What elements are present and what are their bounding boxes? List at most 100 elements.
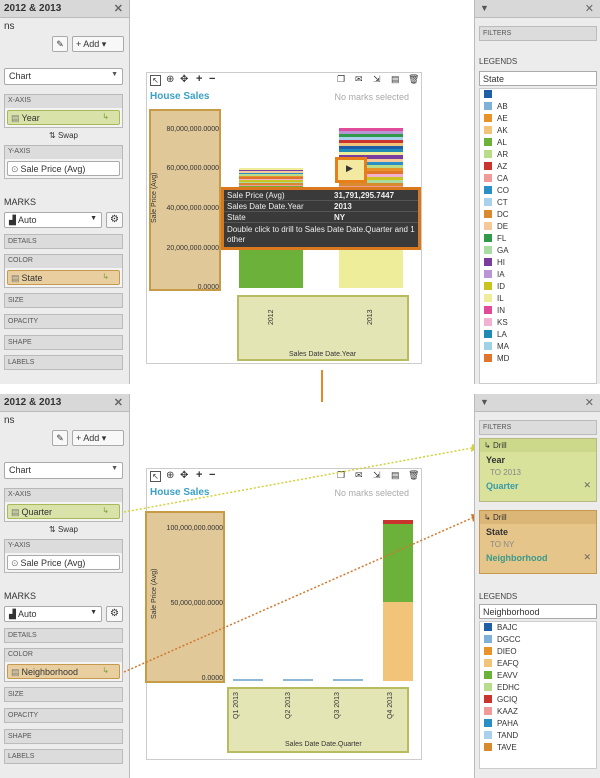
legend-item[interactable]: AK	[480, 125, 596, 137]
legend-item[interactable]: IA	[480, 269, 596, 281]
legend-item[interactable]: MA	[480, 341, 596, 353]
legend-item[interactable]: CT	[480, 197, 596, 209]
legend-item[interactable]: CO	[480, 185, 596, 197]
legend-item[interactable]: AB	[480, 101, 596, 113]
bar-segment[interactable]	[339, 152, 403, 156]
zoom-out-icon[interactable]: −	[209, 73, 215, 85]
close-icon[interactable]: ✕	[585, 2, 594, 15]
xaxis-pill[interactable]: ▤ Year ↳	[7, 110, 120, 125]
legend-item[interactable]: MD	[480, 353, 596, 365]
swap-button[interactable]: ⇅ Swap	[4, 131, 123, 140]
legend-item[interactable]: ID	[480, 281, 596, 293]
pan-icon[interactable]: ✥	[180, 74, 188, 85]
legend-item[interactable]: AL	[480, 137, 596, 149]
legend-list: BAJC DGCC DIEO EAFQ EAVV EDHC GCIQ KAAZ PAHA TAND…	[479, 621, 597, 769]
legend-swatch	[484, 174, 492, 182]
bar-segment[interactable]	[239, 183, 303, 185]
copy-icon[interactable]: ❐	[337, 74, 345, 85]
legend-item[interactable]: AE	[480, 113, 596, 125]
bar-segment[interactable]	[339, 131, 403, 135]
legend-item[interactable]: PAHA	[480, 718, 596, 730]
legend-item[interactable]: HI	[480, 257, 596, 269]
bar-segment[interactable]	[239, 180, 303, 182]
bar-segment[interactable]	[239, 172, 303, 175]
legend-field[interactable]: State	[479, 71, 597, 86]
drill-filter-year[interactable]: ↳ Drill Year TO 2013 Quarter ✕	[479, 438, 597, 502]
drill-filter-state[interactable]: ↳ Drill State TO NY Neighborhood ✕	[479, 510, 597, 574]
legend-item[interactable]: GA	[480, 245, 596, 257]
shape-shelf[interactable]: SHAPE	[4, 335, 123, 350]
bar-segment[interactable]	[339, 137, 403, 141]
legend-item[interactable]: KAAZ	[480, 706, 596, 718]
legend-item[interactable]: CA	[480, 173, 596, 185]
bar-segment[interactable]	[339, 143, 403, 147]
y-tick: 80,000,000.0000	[166, 126, 219, 133]
size-shelf[interactable]: SIZE	[4, 293, 123, 308]
bar-segment[interactable]	[239, 171, 303, 173]
legend-item[interactable]: KS	[480, 317, 596, 329]
legend-item[interactable]: LA	[480, 329, 596, 341]
close-icon[interactable]: ✕	[585, 396, 594, 409]
pencil-icon[interactable]: ✎	[52, 36, 68, 52]
legend-item[interactable]: DC	[480, 209, 596, 221]
zoom-in-icon[interactable]: +	[196, 73, 202, 85]
tooltip: Sale Price (Avg) 31,791,295.7447 Sales Da…	[221, 187, 421, 250]
legend-field[interactable]: Neighborhood	[479, 604, 597, 619]
chart-type-select[interactable]: Chart ▼	[4, 68, 123, 85]
legend-item[interactable]: AZ	[480, 161, 596, 173]
bar-segment[interactable]	[239, 174, 303, 176]
divider	[0, 370, 600, 402]
add-button[interactable]: + Add ▾	[72, 36, 124, 52]
bar-segment[interactable]	[339, 149, 403, 153]
x-tick: 2013	[367, 309, 374, 325]
legend-item[interactable]: FL	[480, 233, 596, 245]
close-icon[interactable]: ✕	[583, 480, 591, 491]
gear-icon[interactable]: ⚙	[106, 212, 123, 228]
marks-type-select[interactable]: ▟ Auto ▼	[4, 212, 102, 228]
bar-segment[interactable]	[339, 182, 403, 187]
legend-item[interactable]: DGCC	[480, 634, 596, 646]
yaxis-pill[interactable]: ⊙ Sale Price (Avg)	[7, 161, 120, 176]
legend-item[interactable]: IL	[480, 293, 596, 305]
drill-icon: ↳	[102, 272, 109, 281]
select-icon[interactable]: ↖	[150, 75, 161, 86]
legend-item[interactable]: EAFQ	[480, 658, 596, 670]
export-icon[interactable]: ⇲	[373, 74, 381, 85]
legend-item[interactable]: EDHC	[480, 682, 596, 694]
bar-segment[interactable]	[239, 181, 303, 184]
legend-item[interactable]	[480, 89, 596, 101]
legend-swatch	[484, 102, 492, 110]
bar-segment[interactable]	[339, 134, 403, 138]
details-shelf[interactable]: DETAILS	[4, 234, 123, 249]
legend-item[interactable]: BAJC	[480, 622, 596, 634]
labels-shelf[interactable]: LABELS	[4, 355, 123, 370]
opacity-shelf[interactable]: OPACITY	[4, 314, 123, 329]
bar-segment[interactable]	[339, 140, 403, 144]
legend-item[interactable]: EAVV	[480, 670, 596, 682]
zoom-icon[interactable]: ⊕	[166, 74, 174, 85]
bar-segment[interactable]	[239, 178, 303, 181]
bar-segment[interactable]	[339, 128, 403, 132]
bar-segment[interactable]	[239, 169, 303, 172]
bar-segment[interactable]	[239, 175, 303, 178]
legend-item[interactable]: AR	[480, 149, 596, 161]
close-icon[interactable]: ✕	[114, 2, 123, 15]
legend-swatch	[484, 342, 492, 350]
legend-item[interactable]: GCIQ	[480, 694, 596, 706]
legend-item[interactable]: DE	[480, 221, 596, 233]
legend-item[interactable]: TAND	[480, 730, 596, 742]
legend-list: AB AE AK AL AR AZ CA CO CT DC DE FL GA HI IA ID IL IN KS LA…	[479, 88, 597, 384]
legend-item[interactable]: TAVE	[480, 742, 596, 754]
close-icon[interactable]: ✕	[583, 552, 591, 563]
trash-icon[interactable]: 🗑	[408, 74, 419, 85]
print-icon[interactable]: ▤	[391, 74, 400, 85]
legend-item[interactable]: DIEO	[480, 646, 596, 658]
filters-header: FILTERS	[479, 26, 597, 41]
legend-item[interactable]: IN	[480, 305, 596, 317]
selected-mark[interactable]: ▶	[335, 157, 367, 183]
mail-icon[interactable]: ✉	[355, 74, 363, 85]
bar-segment[interactable]	[239, 168, 303, 170]
bar-segment[interactable]	[239, 177, 303, 179]
bar-segment[interactable]	[339, 146, 403, 150]
color-pill[interactable]: ▤ State ↳	[7, 270, 120, 285]
